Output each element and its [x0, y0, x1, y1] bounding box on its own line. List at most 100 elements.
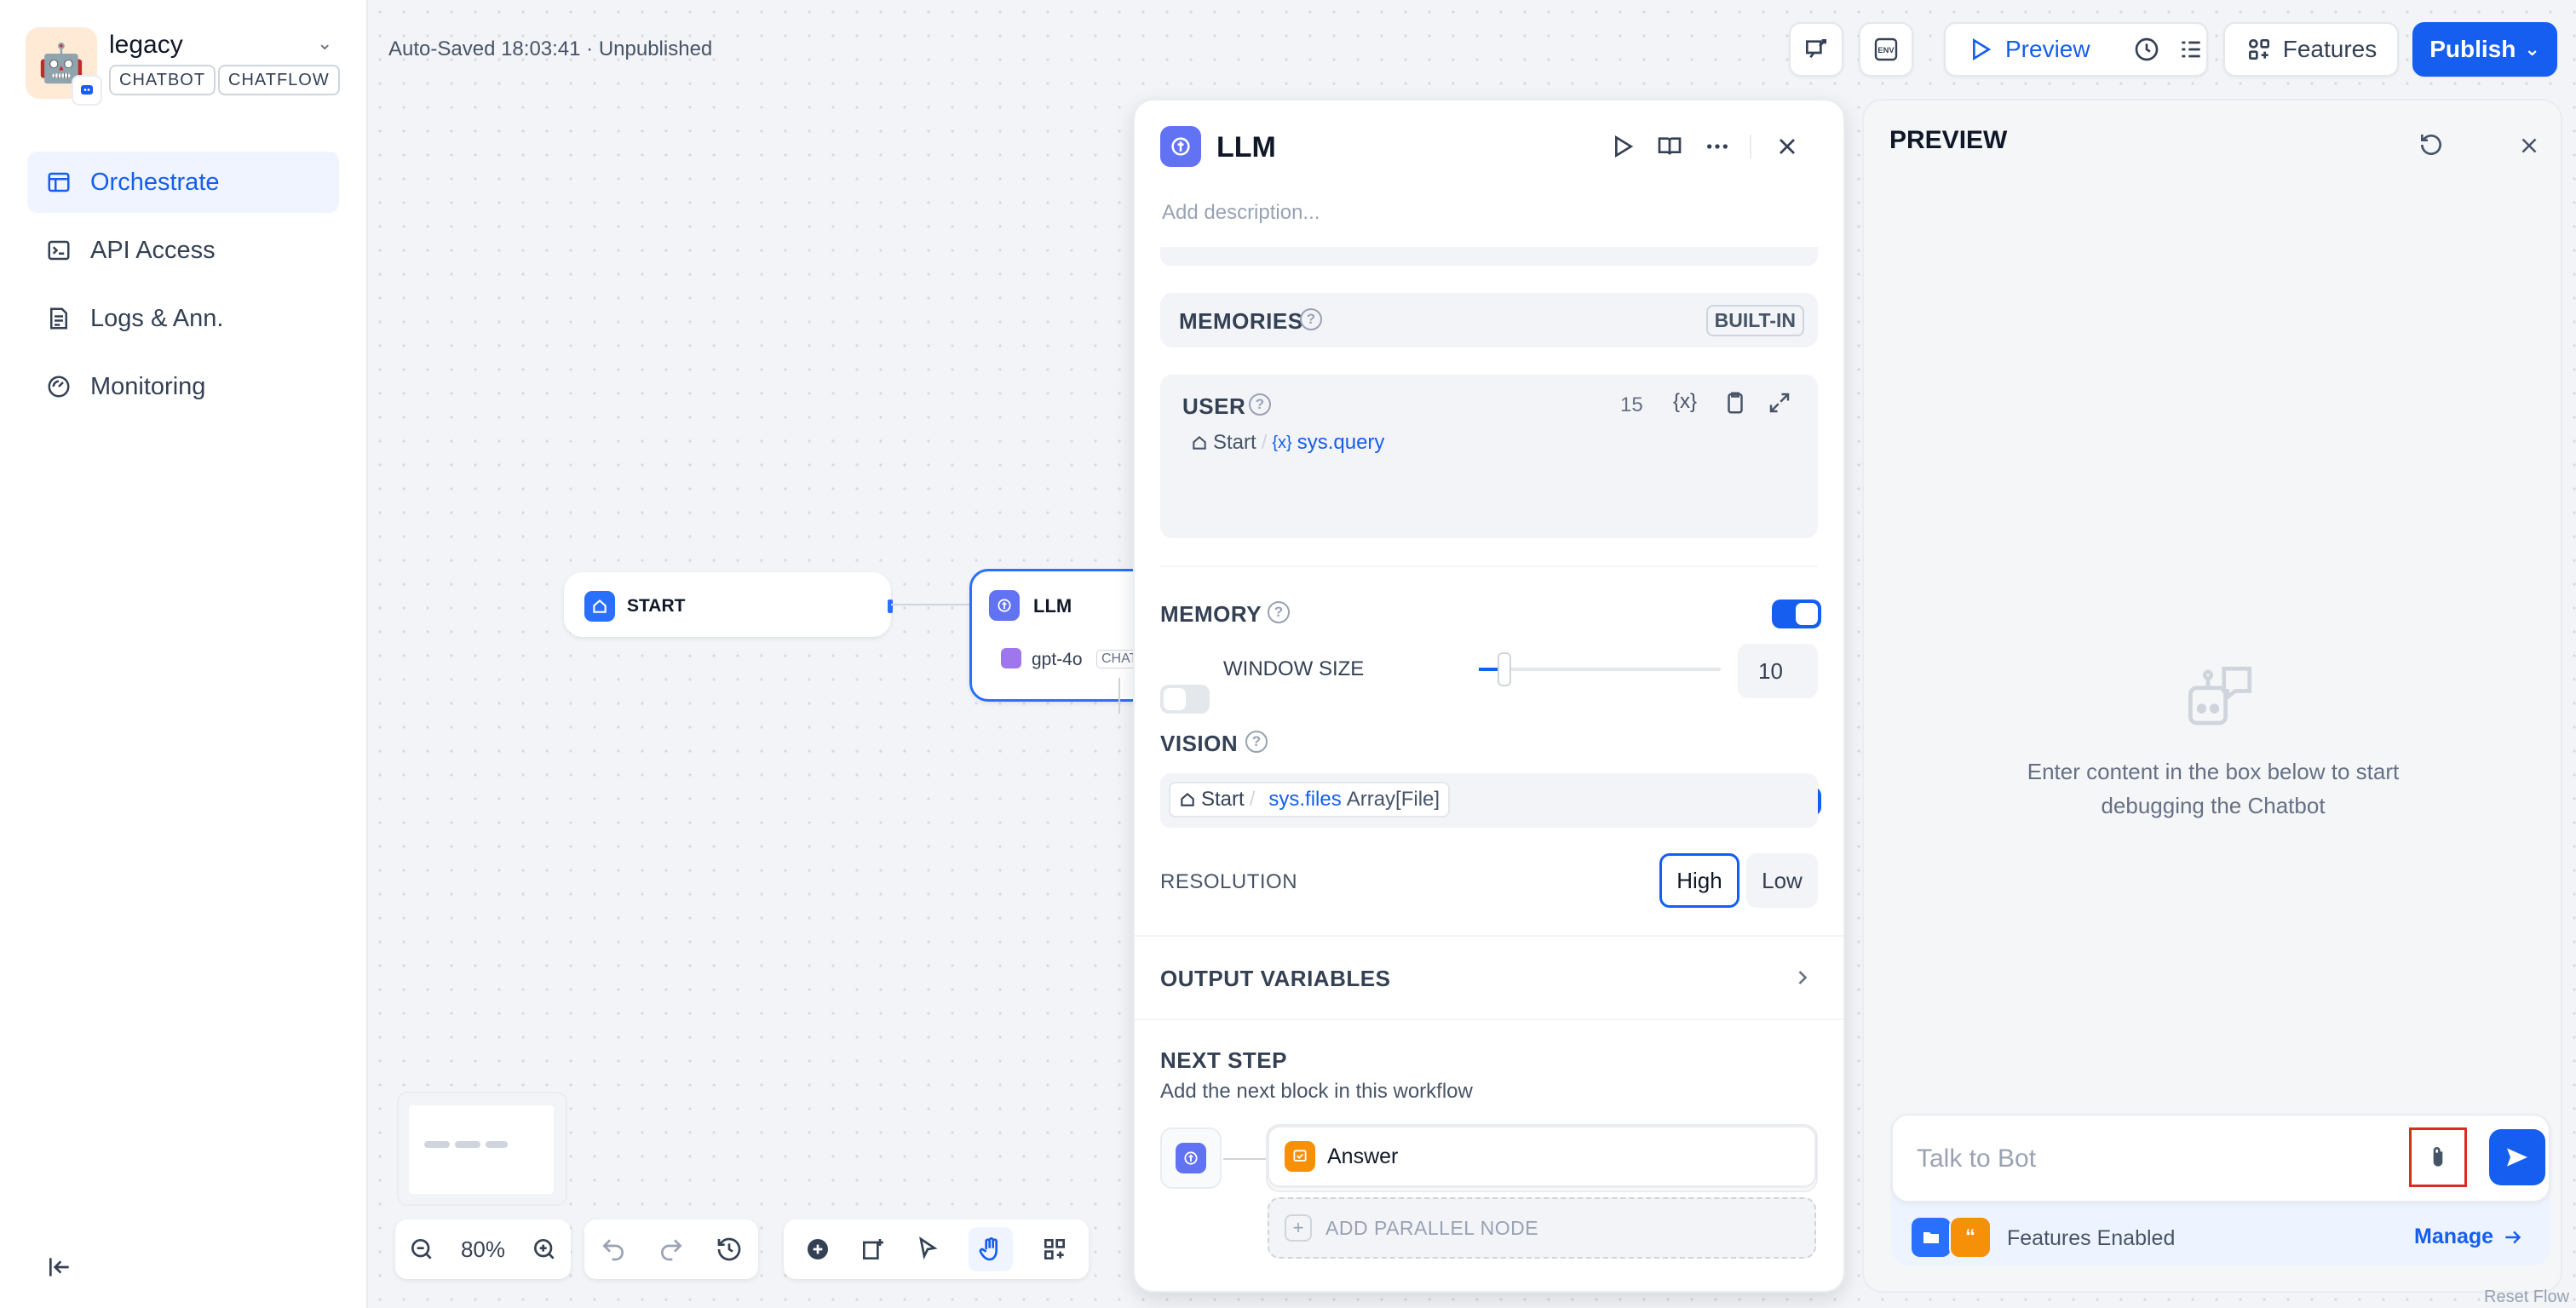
window-size-toggle[interactable]	[1160, 685, 1210, 714]
attach-file-button[interactable]	[2409, 1127, 2467, 1187]
close-icon[interactable]	[2516, 133, 2542, 158]
file-upload-feature-icon	[1912, 1218, 1951, 1257]
description-input[interactable]: Add description...	[1162, 201, 1320, 225]
help-icon[interactable]: ?	[1245, 731, 1268, 753]
minimap-node	[424, 1141, 450, 1148]
run-history-icon[interactable]	[2133, 36, 2160, 63]
minimap-viewport[interactable]	[409, 1105, 554, 1194]
zoom-level[interactable]: 80%	[461, 1236, 505, 1263]
publish-button[interactable]: Publish ⌄	[2412, 22, 2557, 77]
user-variable-chip[interactable]: Start / {x} sys.query	[1191, 431, 1384, 455]
resolution-label: RESOLUTION	[1160, 870, 1298, 893]
publish-label: Publish	[2429, 36, 2516, 62]
pointer-icon[interactable]	[914, 1236, 941, 1263]
llm-node-icon	[989, 590, 1020, 621]
checklist-icon	[1806, 39, 1826, 59]
features-button[interactable]: Features	[2223, 22, 2399, 77]
redo-icon[interactable]	[658, 1236, 685, 1263]
help-icon[interactable]: ?	[1300, 308, 1322, 330]
preview-panel: PREVIEW Enter content in the box below t…	[1862, 99, 2562, 1293]
memory-toggle[interactable]	[1772, 600, 1821, 628]
slider-handle[interactable]	[1498, 652, 1511, 686]
undo-icon[interactable]	[600, 1236, 627, 1263]
sidebar-item-monitoring[interactable]: Monitoring	[27, 356, 339, 417]
window-size-slider[interactable]	[1479, 652, 1721, 686]
llm-node[interactable]: LLM gpt-4o CHAT	[969, 569, 1157, 702]
reset-flow-label[interactable]: Reset Flow	[2484, 1288, 2569, 1307]
sidebar-item-orchestrate[interactable]: Orchestrate	[27, 152, 339, 213]
resolution-high-option[interactable]: High	[1659, 853, 1739, 908]
features-enabled-label: Features Enabled	[2007, 1226, 2176, 1250]
llm-node-icon	[1176, 1143, 1206, 1173]
sidebar-item-label: Logs & Ann.	[90, 304, 224, 332]
var-source: Start	[1201, 788, 1245, 811]
tool-controls	[784, 1219, 1089, 1279]
add-note-icon[interactable]	[860, 1236, 887, 1263]
chevron-right-icon[interactable]	[1791, 966, 1814, 990]
paperclip-icon	[2433, 1147, 2443, 1167]
home-icon	[584, 591, 615, 622]
checklist-button[interactable]	[1789, 22, 1843, 77]
window-size-input[interactable]: 10	[1738, 644, 1818, 698]
var-name: sys.query	[1297, 431, 1385, 454]
token-count: 15	[1620, 393, 1643, 416]
sidebar-item-label: Orchestrate	[90, 168, 220, 196]
more-icon[interactable]	[1704, 133, 1731, 160]
env-button[interactable]: ENV	[1859, 22, 1913, 77]
edge-start-llm	[891, 604, 969, 605]
app-name[interactable]: legacy	[109, 31, 183, 60]
copy-icon[interactable]	[1722, 390, 1748, 416]
minimap-node	[486, 1141, 508, 1148]
chat-input-box[interactable]: Talk to Bot	[1891, 1114, 2550, 1202]
chevron-down-icon[interactable]: ⌄	[317, 32, 332, 54]
autosave-status: Auto-Saved 18:03:41 · Unpublished	[388, 37, 713, 60]
send-button[interactable]	[2489, 1129, 2545, 1185]
divider	[1160, 565, 1818, 567]
version-history-icon[interactable]	[716, 1236, 743, 1263]
add-node-icon[interactable]	[804, 1236, 831, 1263]
start-node-handle[interactable]	[888, 600, 893, 613]
var-source: Start	[1213, 431, 1256, 454]
user-prompt-box[interactable]: USER ? 15 {x} Start / {x} sys.query	[1160, 375, 1818, 538]
sidebar-item-api-access[interactable]: API Access	[27, 220, 339, 281]
help-icon[interactable]: ?	[1249, 393, 1271, 416]
output-variables-label[interactable]: OUTPUT VARIABLES	[1160, 966, 1390, 992]
sidebar-item-logs[interactable]: Logs & Ann.	[27, 288, 339, 349]
answer-next-node[interactable]: Answer	[1268, 1126, 1816, 1187]
close-icon[interactable]	[1774, 133, 1801, 160]
zoom-out-icon[interactable]	[408, 1236, 435, 1263]
sidebar-item-label: Monitoring	[90, 372, 206, 400]
minimap[interactable]	[397, 1092, 567, 1206]
start-node[interactable]: START	[564, 572, 893, 637]
sidebar: 🤖 legacy ⌄ CHATBOT CHATFLOW Orchestrate …	[0, 0, 368, 1308]
plus-icon: +	[1285, 1214, 1312, 1242]
expand-icon[interactable]	[1767, 390, 1792, 416]
help-icon[interactable]: ?	[1268, 601, 1290, 623]
sidebar-item-label: API Access	[90, 236, 216, 264]
zoom-in-icon[interactable]	[531, 1236, 558, 1263]
vision-variable-box[interactable]: Start / sys.files Array[File]	[1160, 773, 1818, 828]
help-book-icon[interactable]	[1656, 133, 1683, 160]
hand-tool-button[interactable]	[969, 1227, 1014, 1271]
built-in-badge: BUILT-IN	[1705, 305, 1804, 336]
refresh-icon[interactable]	[2418, 131, 2445, 158]
manage-features-link[interactable]: Manage	[2414, 1225, 2524, 1249]
zoom-controls: 80%	[395, 1219, 571, 1279]
resolution-low-option[interactable]: Low	[1746, 853, 1818, 908]
vision-variable-chip[interactable]: Start / sys.files Array[File]	[1169, 782, 1451, 818]
llm-panel-title[interactable]: LLM	[1216, 131, 1276, 164]
collapse-sidebar-icon[interactable]	[46, 1254, 73, 1281]
preview-button[interactable]: Preview	[2005, 36, 2090, 63]
header-divider	[1750, 135, 1751, 158]
checklist-list-icon[interactable]	[2177, 36, 2205, 63]
add-parallel-node-button[interactable]: + ADD PARALLEL NODE	[1268, 1197, 1816, 1259]
chat-input[interactable]: Talk to Bot	[1917, 1144, 2036, 1173]
arrow-right-icon	[2505, 1231, 2521, 1243]
add-parallel-label: ADD PARALLEL NODE	[1325, 1216, 1539, 1239]
organize-icon[interactable]	[1041, 1236, 1068, 1263]
divider	[1135, 1018, 1843, 1020]
insert-variable-icon[interactable]: {x}	[1673, 390, 1697, 414]
start-node-label: START	[627, 596, 686, 616]
llm-node-panel: LLM Add description... MEMORIES ? BUILT-…	[1133, 99, 1845, 1293]
run-step-icon[interactable]	[1608, 133, 1636, 160]
